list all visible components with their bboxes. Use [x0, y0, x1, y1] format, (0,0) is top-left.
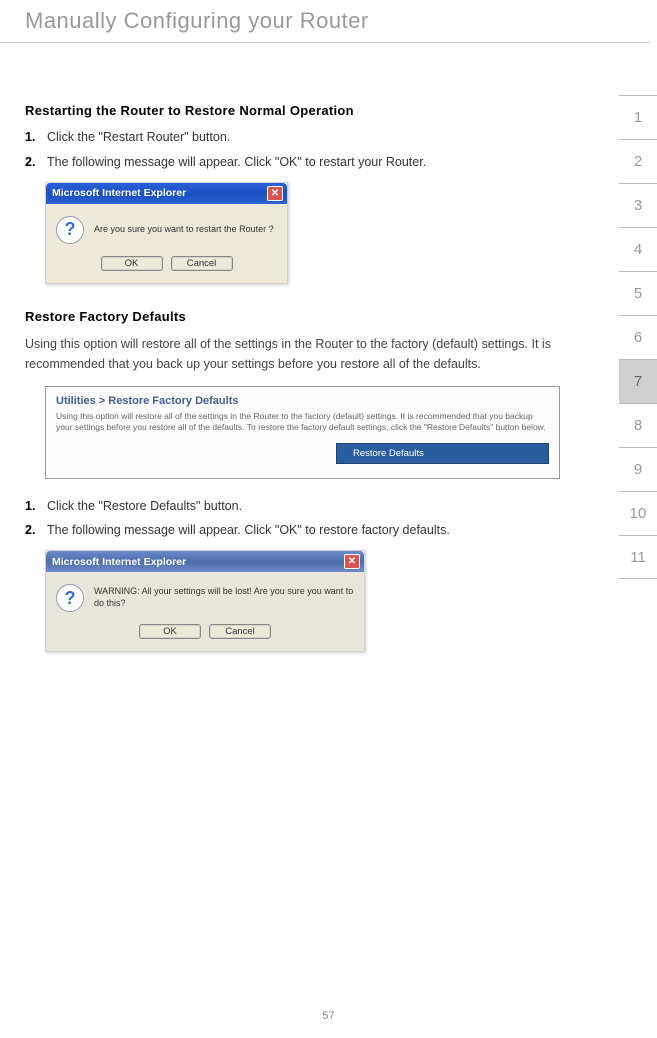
cancel-button[interactable]: Cancel	[209, 624, 271, 639]
restore-defaults-button[interactable]: Restore Defaults	[336, 443, 549, 464]
step-number: 1.	[25, 497, 47, 516]
ok-button[interactable]: OK	[101, 256, 163, 271]
nav-item-6[interactable]: 6	[619, 315, 657, 359]
nav-item-7[interactable]: 7	[619, 359, 657, 403]
title-rule	[0, 42, 650, 43]
page-title: Manually Configuring your Router	[25, 8, 555, 42]
dialog-titlebar: Microsoft Internet Explorer ✕	[46, 183, 287, 204]
panel-text: Using this option will restore all of th…	[56, 411, 549, 433]
dialog-message: WARNING: All your settings will be lost!…	[94, 586, 354, 609]
dialog-body: ? WARNING: All your settings will be los…	[46, 572, 364, 651]
nav-item-5[interactable]: 5	[619, 271, 657, 315]
step-text: Click the "Restore Defaults" button.	[47, 497, 242, 516]
dialog-title: Microsoft Internet Explorer	[52, 556, 186, 568]
section-nav: 1 2 3 4 5 6 7 8 9 10 11	[619, 95, 657, 579]
question-icon: ?	[56, 584, 84, 612]
nav-item-10[interactable]: 10	[619, 491, 657, 535]
step-text: The following message will appear. Click…	[47, 521, 450, 540]
step-item: 1. Click the "Restore Defaults" button.	[25, 497, 555, 516]
page-number: 57	[322, 1010, 334, 1022]
step-number: 1.	[25, 128, 47, 147]
section2-body: Using this option will restore all of th…	[25, 334, 555, 374]
section3-steps: 1. Click the "Restore Defaults" button. …	[25, 497, 555, 541]
section1-steps: 1. Click the "Restart Router" button. 2.…	[25, 128, 555, 172]
step-number: 2.	[25, 521, 47, 540]
nav-item-8[interactable]: 8	[619, 403, 657, 447]
section2-heading: Restore Factory Defaults	[25, 309, 555, 324]
close-icon[interactable]: ✕	[344, 554, 360, 569]
question-icon: ?	[56, 216, 84, 244]
step-text: Click the "Restart Router" button.	[47, 128, 230, 147]
ok-button[interactable]: OK	[139, 624, 201, 639]
restart-confirm-dialog: Microsoft Internet Explorer ✕ ? Are you …	[45, 182, 288, 284]
nav-item-1[interactable]: 1	[619, 95, 657, 139]
panel-title: Utilities > Restore Factory Defaults	[56, 395, 549, 407]
restore-warning-dialog: Microsoft Internet Explorer ✕ ? WARNING:…	[45, 550, 365, 652]
dialog-message: Are you sure you want to restart the Rou…	[94, 224, 274, 236]
step-item: 2. The following message will appear. Cl…	[25, 153, 555, 172]
nav-item-9[interactable]: 9	[619, 447, 657, 491]
nav-item-2[interactable]: 2	[619, 139, 657, 183]
nav-item-11[interactable]: 11	[619, 535, 657, 579]
dialog-title: Microsoft Internet Explorer	[52, 187, 186, 199]
step-text: The following message will appear. Click…	[47, 153, 426, 172]
dialog-titlebar: Microsoft Internet Explorer ✕	[46, 551, 364, 572]
dialog-body: ? Are you sure you want to restart the R…	[46, 204, 287, 283]
step-item: 2. The following message will appear. Cl…	[25, 521, 555, 540]
nav-item-4[interactable]: 4	[619, 227, 657, 271]
cancel-button[interactable]: Cancel	[171, 256, 233, 271]
step-item: 1. Click the "Restart Router" button.	[25, 128, 555, 147]
section1-heading: Restarting the Router to Restore Normal …	[25, 103, 555, 118]
restore-defaults-panel: Utilities > Restore Factory Defaults Usi…	[45, 386, 560, 479]
nav-item-3[interactable]: 3	[619, 183, 657, 227]
close-icon[interactable]: ✕	[267, 186, 283, 201]
step-number: 2.	[25, 153, 47, 172]
